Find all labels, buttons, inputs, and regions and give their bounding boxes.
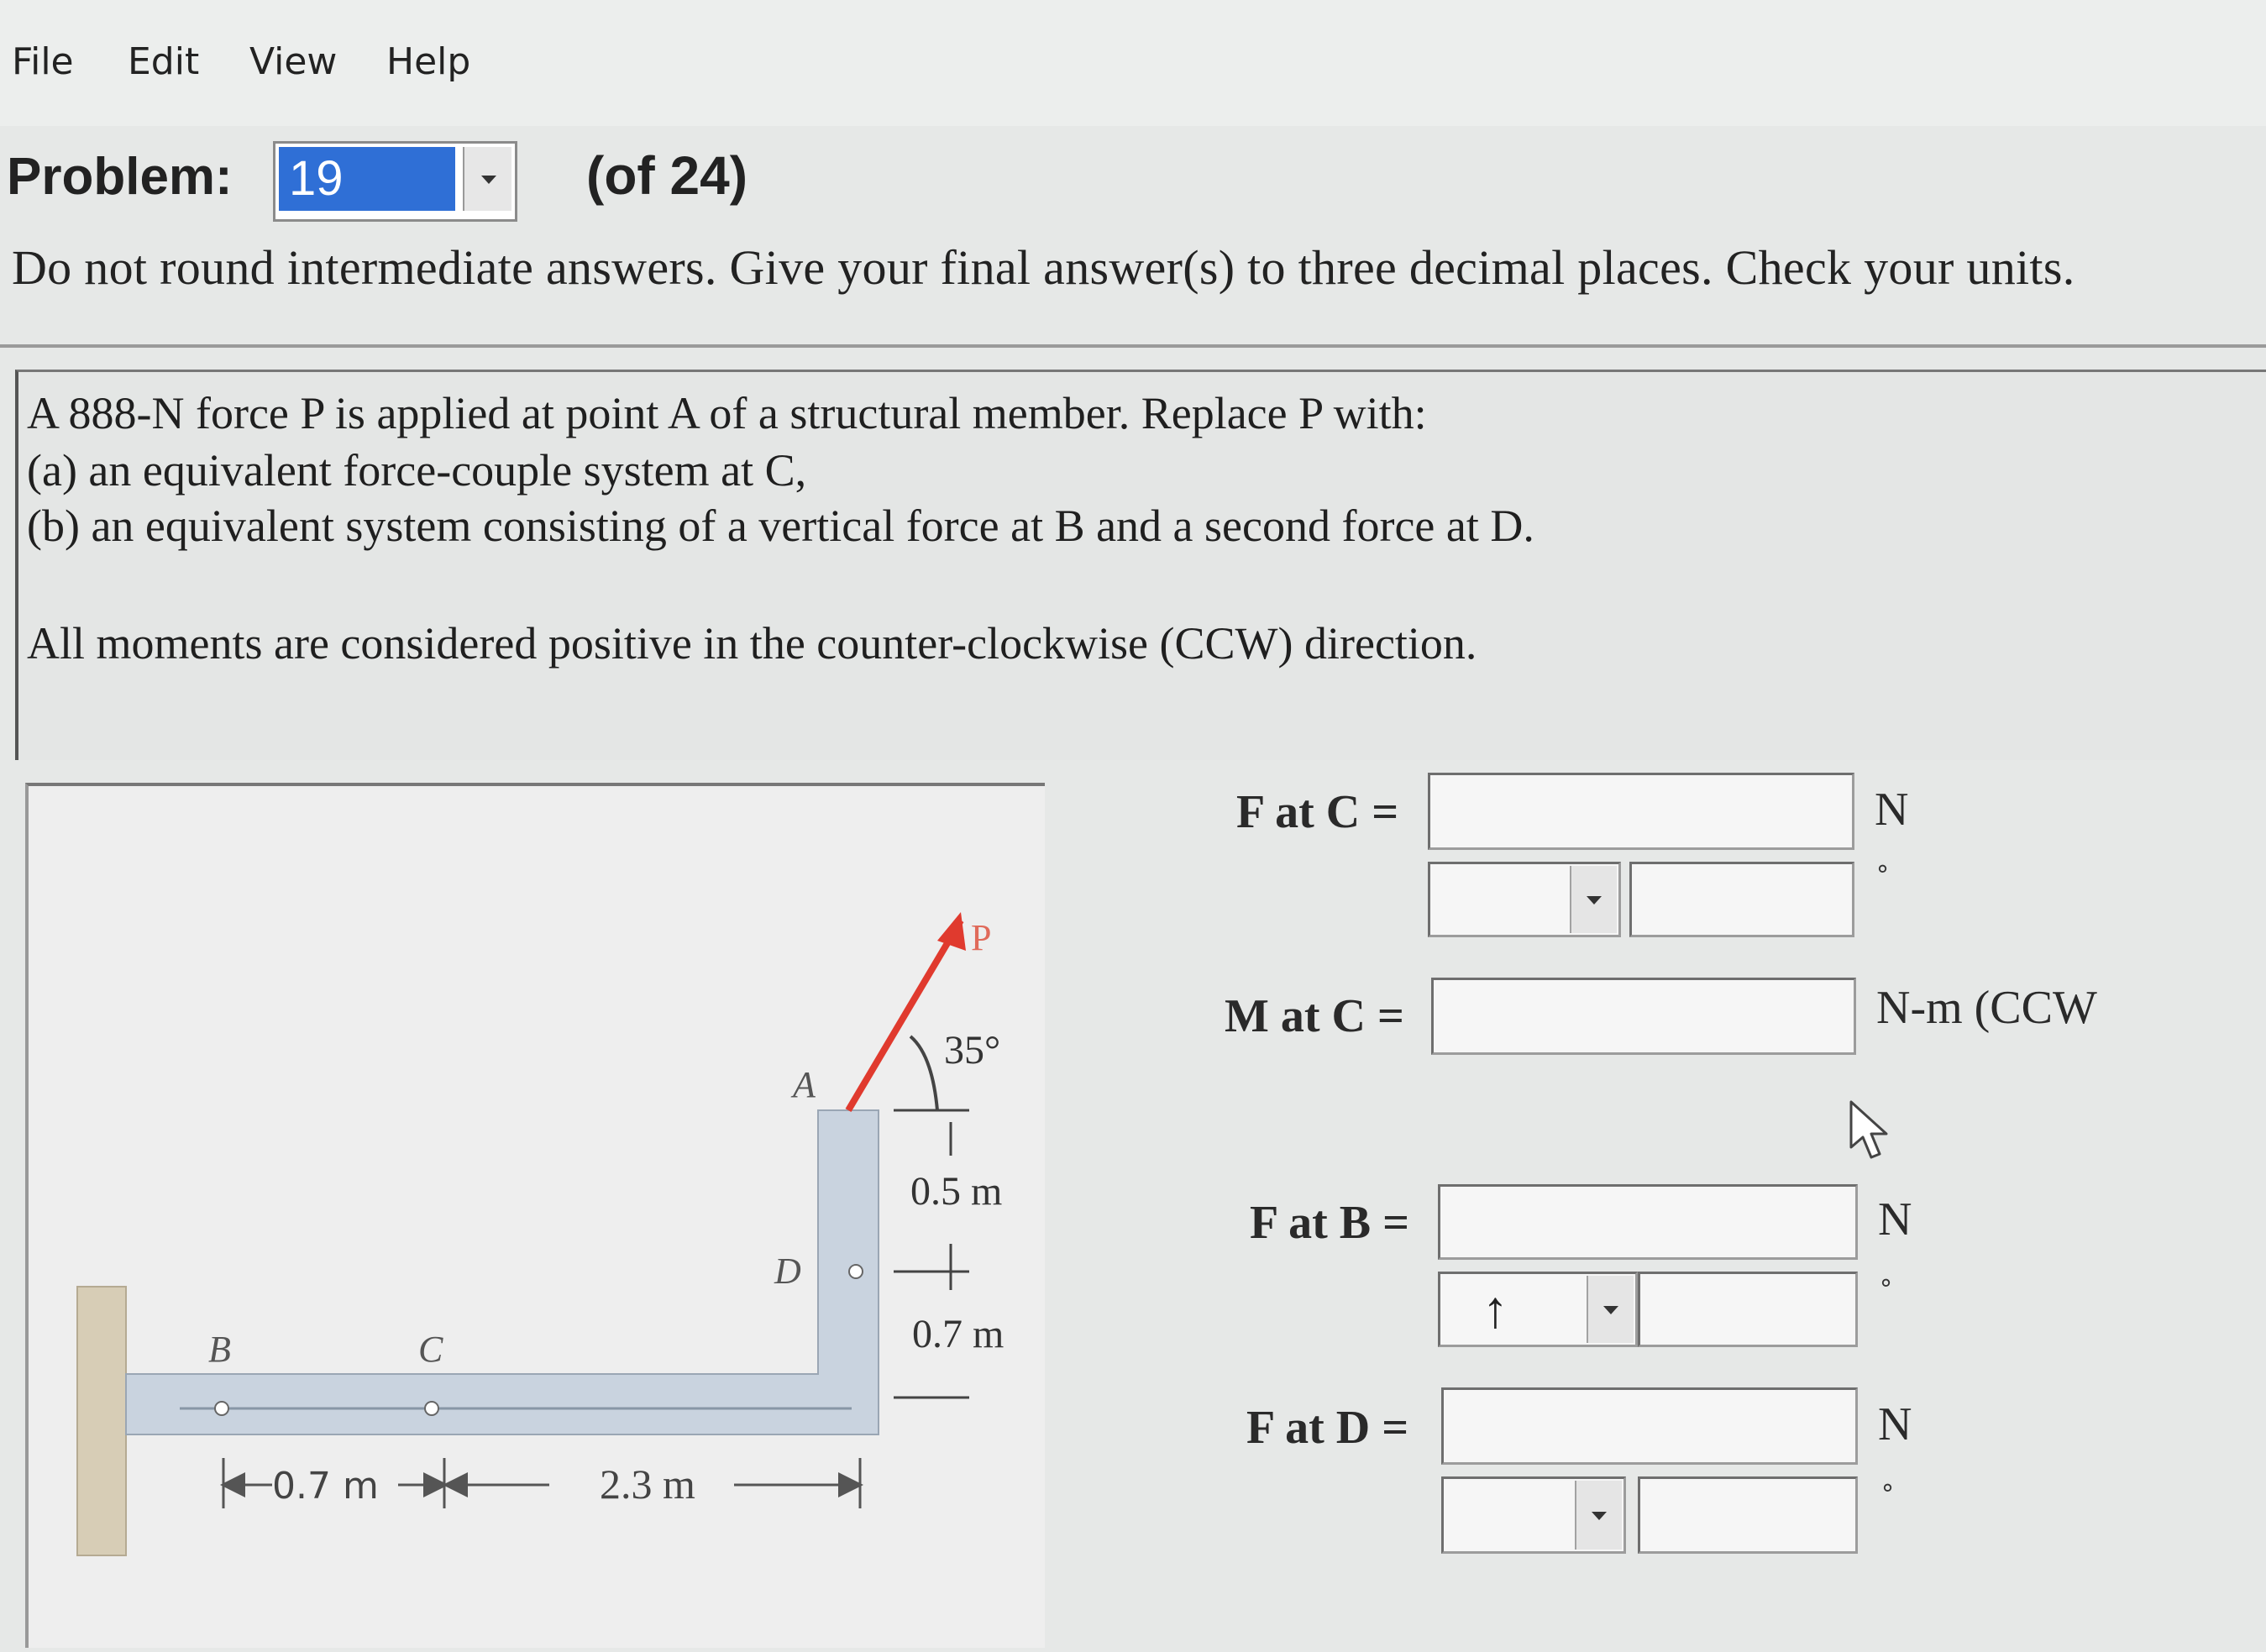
f-at-c-degree-symbol: °	[1876, 861, 1889, 890]
label-dim-23: 2.3 m	[600, 1461, 695, 1508]
menu-file[interactable]: File	[12, 40, 74, 83]
f-at-d-degree-symbol: °	[1881, 1480, 1894, 1509]
menu-bar: File Edit View Help	[0, 0, 2266, 126]
f-at-c-angle-input[interactable]	[1629, 862, 1854, 937]
l-member	[125, 1109, 879, 1435]
pin-c	[424, 1401, 439, 1416]
m-at-c-unit: N-m (CCW	[1876, 982, 2097, 1034]
f-at-b-label: F at B =	[1250, 1197, 1410, 1249]
f-at-b-degree-symbol: °	[1880, 1275, 1892, 1304]
problem-count: (of 24)	[586, 145, 747, 206]
menu-edit[interactable]: Edit	[128, 40, 199, 83]
f-at-c-unit: N	[1875, 784, 1909, 836]
statement-line-3: (b) an equivalent system consisting of a…	[27, 501, 1534, 551]
mouse-cursor-icon	[1849, 1100, 1888, 1159]
menu-help[interactable]: Help	[386, 40, 470, 83]
label-dim-07-bottom: 0.7 m	[272, 1465, 379, 1508]
pin-d	[848, 1264, 863, 1279]
problem-statement: A 888-N force P is applied at point A of…	[15, 370, 2266, 760]
statement-line-4: All moments are considered positive in t…	[27, 618, 1477, 669]
m-at-c-input[interactable]	[1431, 978, 1856, 1055]
chevron-down-icon[interactable]	[1570, 866, 1617, 933]
label-d: D	[774, 1251, 801, 1292]
instructions-text: Do not round intermediate answers. Give …	[12, 240, 2075, 295]
force-p-arrowhead	[937, 912, 966, 951]
divider	[0, 344, 2266, 348]
f-at-d-input[interactable]	[1441, 1387, 1858, 1465]
structural-member-diagram: P A B C D 35° 0.5 m 0.7 m 0.7 m 2.3 m	[76, 912, 1004, 1556]
chevron-down-icon[interactable]	[1587, 1276, 1634, 1343]
menu-view[interactable]: View	[249, 40, 337, 83]
f-at-b-direction-select[interactable]: ↑	[1438, 1272, 1638, 1347]
label-a: A	[790, 1064, 816, 1105]
problem-figure: P A B C D 35° 0.5 m 0.7 m 0.7 m 2.3 m	[25, 783, 1045, 1648]
f-at-b-input[interactable]	[1438, 1184, 1858, 1260]
label-angle: 35°	[944, 1028, 1000, 1072]
label-p: P	[971, 917, 991, 958]
label-dim-05: 0.5 m	[910, 1169, 1002, 1214]
m-at-c-label: M at C =	[1225, 990, 1404, 1042]
problem-select[interactable]: 19	[273, 141, 517, 222]
wall	[76, 1286, 127, 1556]
force-p-arrow	[845, 918, 964, 1113]
f-at-c-input[interactable]	[1428, 773, 1854, 850]
f-at-b-unit: N	[1878, 1193, 1912, 1246]
pin-b	[214, 1401, 229, 1416]
label-c: C	[418, 1329, 443, 1370]
statement-line-1: A 888-N force P is applied at point A of…	[27, 388, 1427, 438]
problem-select-value: 19	[279, 147, 455, 211]
f-at-c-label: F at C =	[1236, 786, 1399, 838]
f-at-b-direction-value: ↑	[1482, 1281, 1508, 1339]
statement-line-2: (a) an equivalent force-couple system at…	[27, 445, 807, 496]
f-at-d-label: F at D =	[1246, 1402, 1409, 1454]
angle-arc	[909, 1035, 939, 1111]
problem-label: Problem:	[7, 148, 233, 206]
label-dim-07-right: 0.7 m	[912, 1312, 1004, 1356]
f-at-d-direction-select[interactable]	[1441, 1476, 1626, 1554]
f-at-c-direction-select[interactable]	[1428, 862, 1621, 937]
f-at-d-unit: N	[1878, 1398, 1912, 1450]
chevron-down-icon[interactable]	[1575, 1481, 1622, 1550]
f-at-d-angle-input[interactable]	[1638, 1476, 1858, 1554]
label-b: B	[208, 1329, 231, 1370]
chevron-down-icon[interactable]	[463, 147, 511, 211]
f-at-b-angle-input[interactable]	[1638, 1272, 1858, 1347]
